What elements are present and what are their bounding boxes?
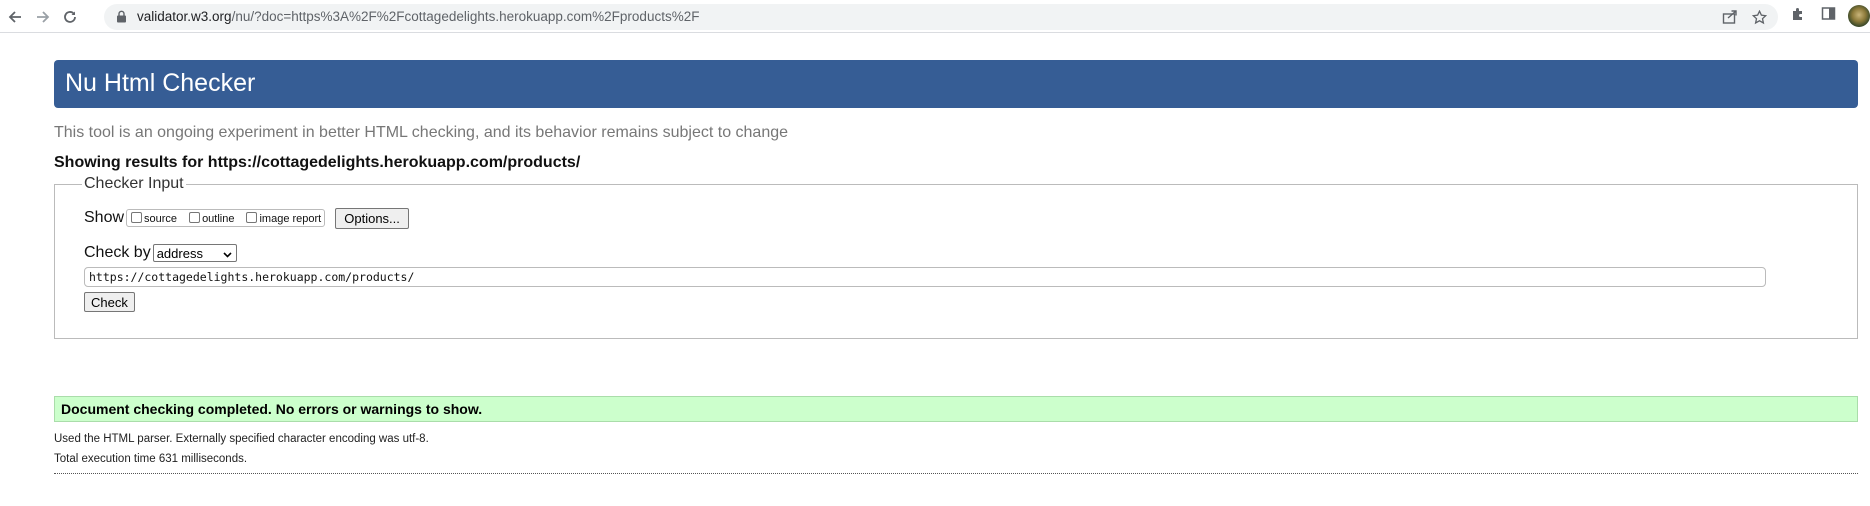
profile-avatar[interactable] <box>1848 5 1870 27</box>
parser-info: Used the HTML parser. Externally specifi… <box>54 433 429 445</box>
options-button[interactable]: Options... <box>335 207 409 229</box>
address-input[interactable]: https://cottagedelights.herokuapp.com/pr… <box>84 267 1766 287</box>
show-row: Show source outline image report Options… <box>84 207 409 229</box>
image-report-checkbox[interactable] <box>246 211 258 223</box>
check-by-row: Check by address <box>84 243 237 263</box>
share-icon[interactable] <box>1722 10 1738 29</box>
success-message: Document checking completed. No errors o… <box>54 396 1858 422</box>
lock-icon[interactable] <box>116 10 127 28</box>
showing-results-heading: Showing results for https://cottagedelig… <box>54 154 581 171</box>
check-button[interactable]: Check <box>84 292 135 312</box>
show-label: Show <box>84 209 125 226</box>
browser-toolbar: validator.w3.org/nu/?doc=https%3A%2F%2Fc… <box>0 0 1870 33</box>
extensions-puzzle-icon[interactable] <box>1790 6 1806 27</box>
page-title: Nu Html Checker <box>65 69 256 97</box>
chevron-down-icon <box>223 246 232 261</box>
page-header: Nu Html Checker <box>54 60 1858 108</box>
execution-time-info: Total execution time 631 milliseconds. <box>54 453 248 465</box>
outline-checkbox-label[interactable]: outline <box>202 213 234 225</box>
side-panel-icon[interactable] <box>1821 6 1836 26</box>
page-content: Nu Html Checker This tool is an ongoing … <box>0 33 1870 506</box>
checker-input-fieldset: Checker Input Show source outline image … <box>54 175 1858 339</box>
bookmark-star-icon[interactable] <box>1751 9 1768 30</box>
url-host: validator.w3.org <box>137 9 232 24</box>
show-options-group: source outline image report <box>126 209 326 227</box>
outline-checkbox[interactable] <box>189 211 201 223</box>
check-by-selected-value: address <box>156 245 203 261</box>
url-path: /nu/?doc=https%3A%2F%2Fcottagedelights.h… <box>231 9 700 24</box>
source-checkbox-label[interactable]: source <box>144 213 177 225</box>
check-by-label: Check by <box>84 244 151 261</box>
intro-text: This tool is an ongoing experiment in be… <box>54 124 789 141</box>
source-checkbox[interactable] <box>131 211 143 223</box>
checker-input-legend: Checker Input <box>82 175 186 193</box>
url-text: validator.w3.org/nu/?doc=https%3A%2F%2Fc… <box>137 9 699 24</box>
address-bar[interactable]: validator.w3.org/nu/?doc=https%3A%2F%2Fc… <box>104 4 1778 30</box>
check-by-select[interactable]: address <box>152 244 237 262</box>
divider <box>54 473 1858 474</box>
forward-arrow-icon[interactable] <box>32 6 54 28</box>
back-arrow-icon[interactable] <box>4 6 26 28</box>
reload-icon[interactable] <box>59 6 81 28</box>
image-report-checkbox-label[interactable]: image report <box>259 213 321 225</box>
